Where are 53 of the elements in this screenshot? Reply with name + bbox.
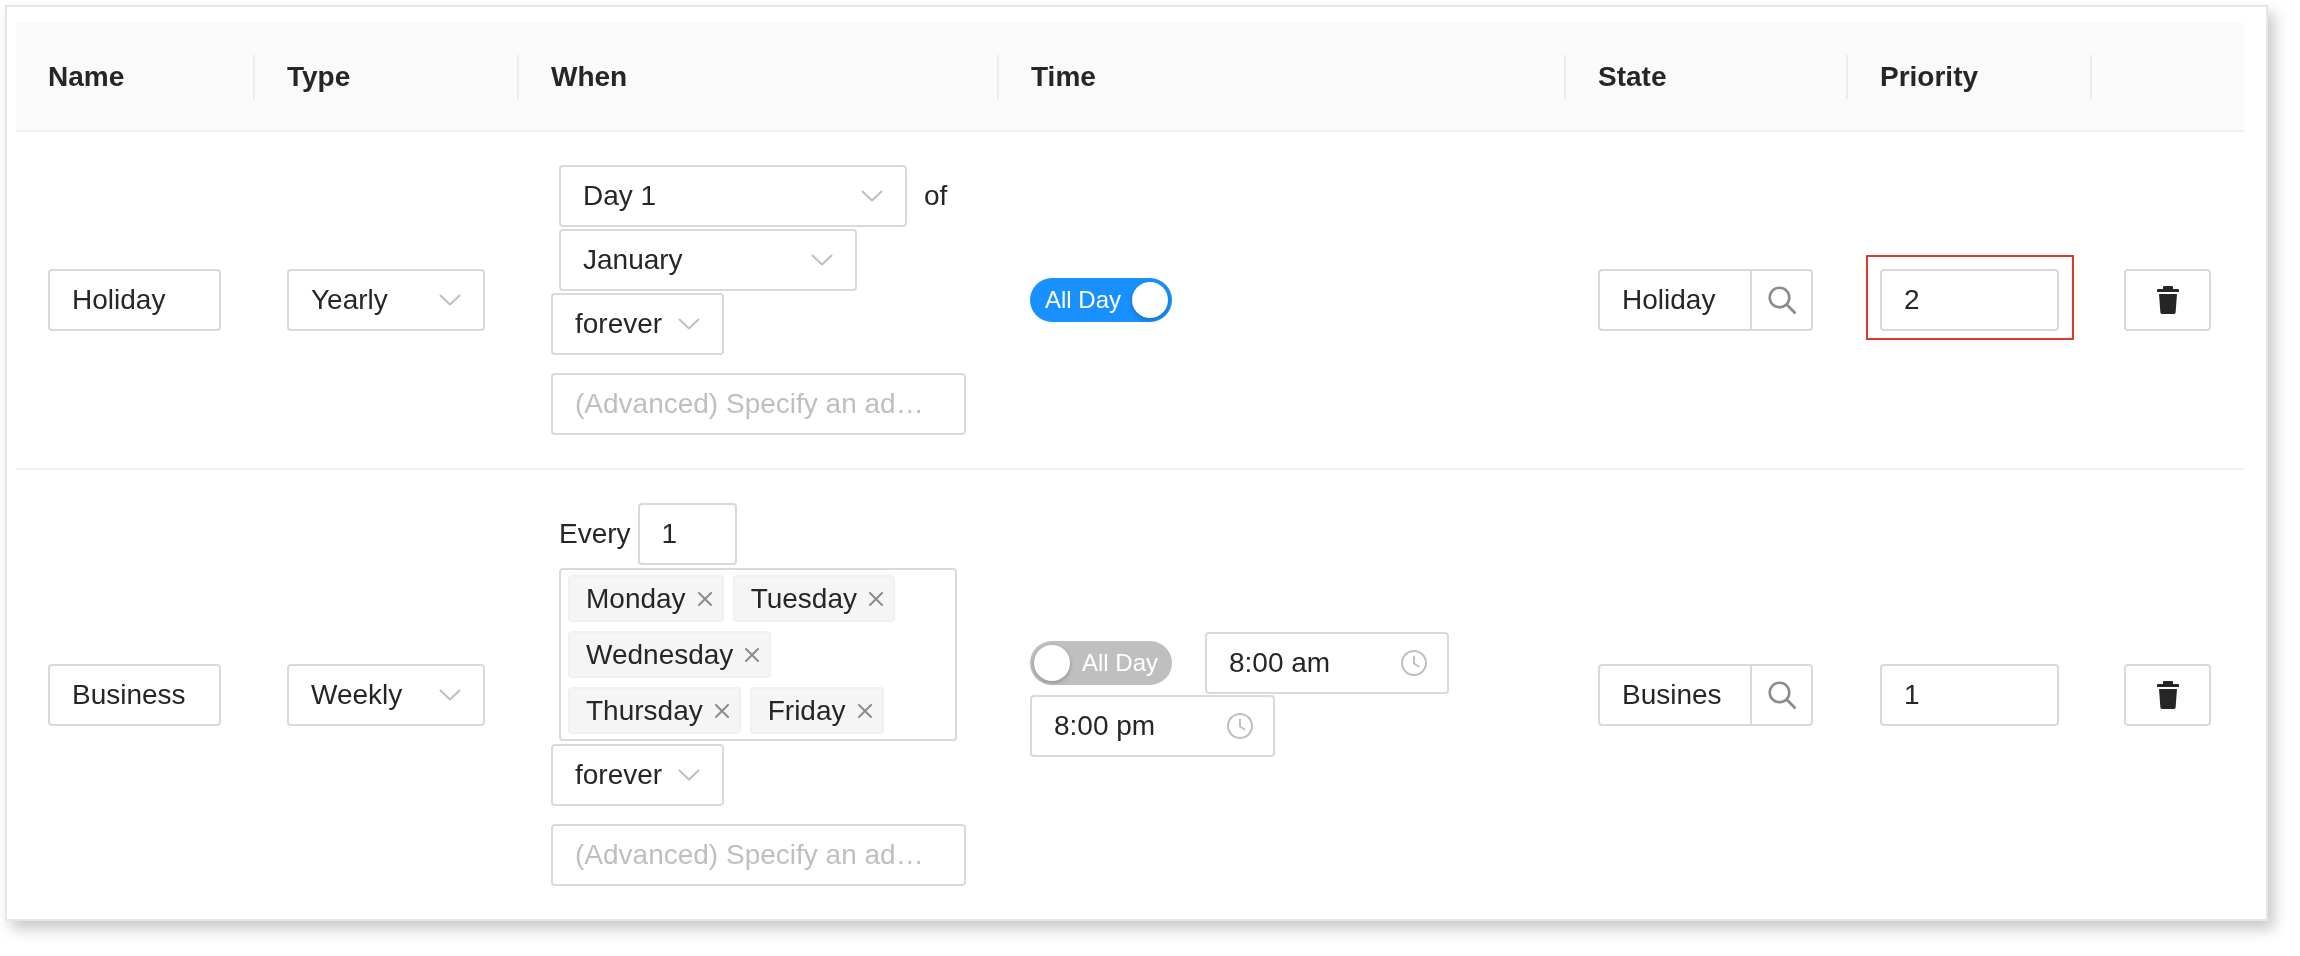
chevron-icon: [811, 254, 833, 266]
chevron-icon: [439, 294, 461, 306]
close-icon[interactable]: [745, 647, 760, 662]
toggle-knob: [1034, 645, 1070, 681]
column-header: Type: [287, 59, 351, 94]
advanced-field[interactable]: (Advanced) Specify an ad…: [551, 373, 966, 435]
advanced-field[interactable]: (Advanced) Specify an ad…: [551, 824, 966, 886]
tag-label: Tuesday: [750, 581, 857, 616]
tag-label: Thursday: [586, 693, 703, 728]
close-icon[interactable]: [869, 591, 883, 606]
chevron-icon: [439, 688, 461, 701]
tag-label: Monday: [586, 581, 686, 616]
search-button[interactable]: [1750, 269, 1813, 331]
tag-label: Friday: [767, 693, 846, 728]
state-field[interactable]: Holiday: [1598, 269, 1750, 331]
chevron-icon: [678, 318, 700, 330]
delete-button[interactable]: [2124, 269, 2211, 331]
type-select[interactable]: Weekly: [287, 663, 485, 726]
close-icon[interactable]: [697, 591, 712, 606]
close-icon[interactable]: [857, 703, 872, 718]
close-icon[interactable]: [714, 703, 729, 718]
priority-field[interactable]: 2: [1880, 269, 2059, 331]
day-select[interactable]: Day 1: [559, 165, 907, 227]
clock-icon: [1401, 650, 1427, 676]
every-field[interactable]: 1: [637, 503, 737, 565]
tag-label: Wednesday: [586, 637, 734, 672]
chevron-icon: [678, 769, 700, 781]
duration-select[interactable]: forever: [551, 744, 724, 806]
trash-icon: [2156, 286, 2179, 314]
delete-button[interactable]: [2124, 663, 2211, 726]
column-header: State: [1598, 59, 1667, 94]
trash-icon: [2156, 680, 2179, 709]
search-icon: [1767, 680, 1796, 709]
column-header: Time: [1031, 59, 1096, 94]
toggle-knob: [1132, 282, 1168, 318]
column-header: Name: [48, 59, 125, 94]
time-field[interactable]: 8:00 pm: [1030, 695, 1275, 757]
state-field[interactable]: Busines: [1598, 663, 1750, 726]
clock-icon: [1227, 713, 1253, 739]
search-icon: [1767, 286, 1796, 314]
name-field[interactable]: Business: [48, 663, 221, 726]
month-select[interactable]: January: [559, 229, 857, 291]
search-button[interactable]: [1750, 663, 1813, 726]
duration-select[interactable]: forever: [551, 293, 724, 355]
every-label: Every: [559, 517, 631, 551]
type-select[interactable]: Yearly: [287, 269, 485, 331]
column-header: When: [551, 59, 628, 94]
name-field[interactable]: Holiday: [48, 269, 221, 331]
priority-field[interactable]: 1: [1880, 663, 2059, 726]
chevron-icon: [861, 190, 883, 202]
time-field[interactable]: 8:00 am: [1205, 632, 1449, 694]
of-label: of: [924, 179, 948, 213]
column-header: Priority: [1880, 59, 1979, 94]
